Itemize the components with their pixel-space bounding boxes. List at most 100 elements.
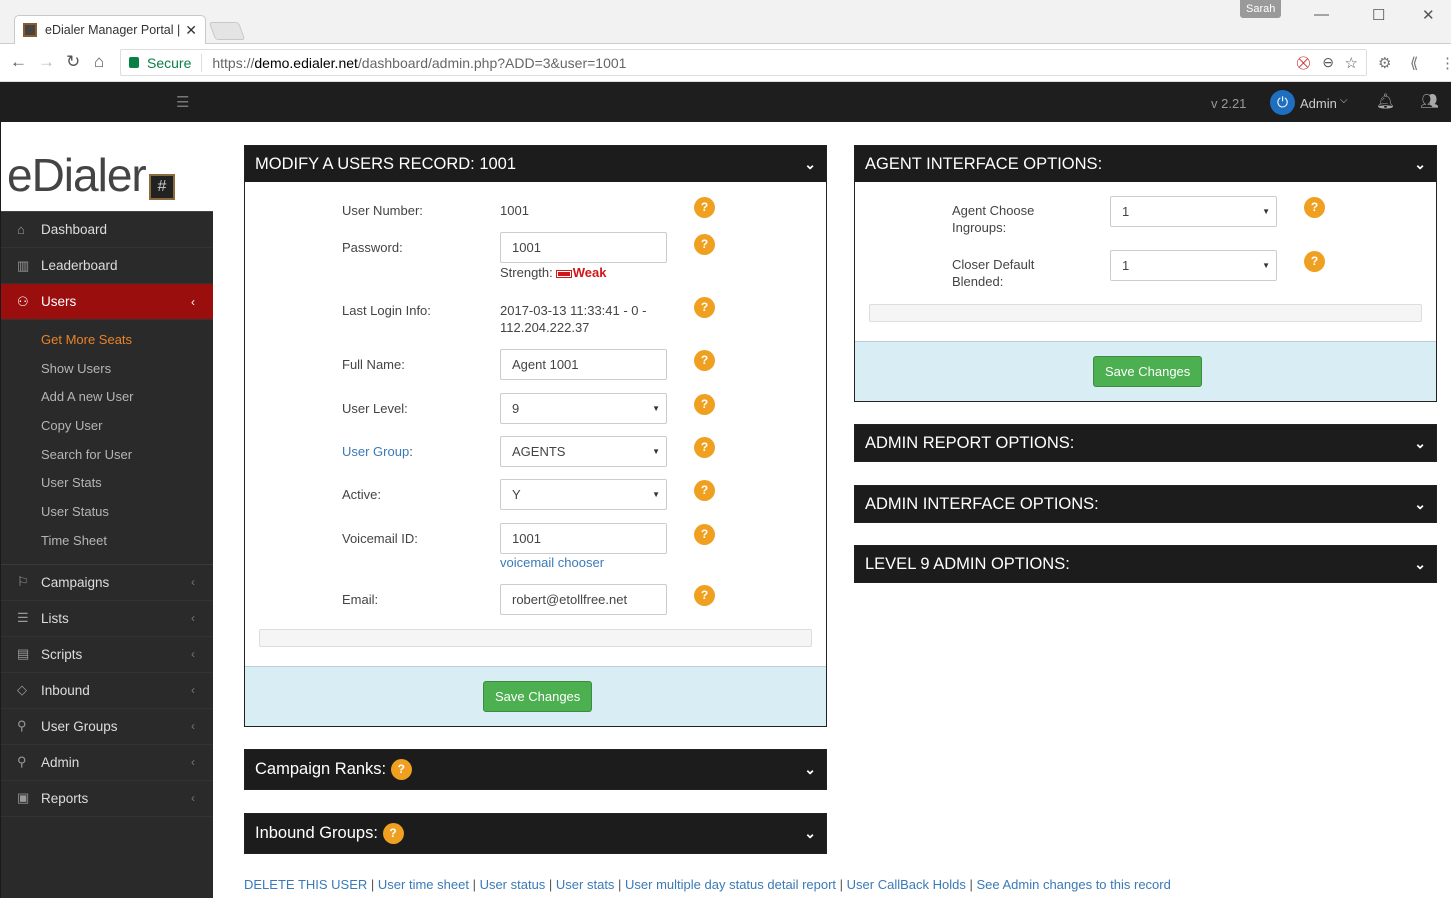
chevron-left-icon: ‹: [191, 719, 195, 733]
main-content: MODIFY A USERS RECORD: 1001 ⌄ User Numbe…: [213, 122, 1451, 898]
agent-choose-ingroups-select[interactable]: 1 ▼: [1110, 196, 1277, 227]
url-protocol: https://: [212, 54, 255, 71]
chevron-down-icon[interactable]: ⌄: [1414, 156, 1426, 173]
hamburger-icon[interactable]: ☰: [176, 93, 189, 111]
flag-icon: ⚐: [17, 574, 29, 589]
chevron-down-icon[interactable]: ⌄: [1414, 556, 1426, 573]
submenu-add-user[interactable]: Add A new User: [1, 383, 213, 412]
chevron-down-icon[interactable]: ⌄: [1414, 496, 1426, 513]
maximize-icon[interactable]: ☐: [1372, 6, 1385, 24]
chevron-down-icon[interactable]: ⌵: [1340, 95, 1348, 106]
submenu-get-more-seats[interactable]: Get More Seats: [1, 326, 213, 355]
modify-user-header[interactable]: MODIFY A USERS RECORD: 1001 ⌄: [245, 146, 826, 182]
sidebar-item-inbound[interactable]: ◇ Inbound ‹: [1, 673, 213, 709]
zoom-icon[interactable]: ⊖: [1322, 54, 1334, 71]
reload-icon[interactable]: ↻: [66, 52, 80, 72]
sidebar-item-label: Inbound: [41, 682, 90, 698]
logo[interactable]: eDialer #: [1, 122, 213, 212]
bar-chart-icon: ▥: [17, 257, 30, 273]
user-group-select[interactable]: AGENTS ▼: [500, 436, 667, 467]
help-icon[interactable]: ?: [1304, 251, 1325, 272]
help-icon[interactable]: ?: [694, 437, 715, 458]
forward-icon[interactable]: →: [38, 52, 55, 72]
horizontal-scrollbar[interactable]: [869, 304, 1422, 322]
closer-blended-select[interactable]: 1 ▼: [1110, 250, 1277, 281]
sidebar-item-admin[interactable]: ⚲ Admin ‹: [1, 745, 213, 781]
browser-tab[interactable]: eDialer Manager Portal | ✕: [14, 15, 206, 44]
email-input[interactable]: robert@etollfree.net: [500, 584, 667, 615]
user-group-link[interactable]: User Group: [342, 444, 409, 459]
user-level-select[interactable]: 9 ▼: [500, 393, 667, 424]
admin-report-header[interactable]: ADMIN REPORT OPTIONS: ⌄: [855, 425, 1436, 461]
password-input[interactable]: 1001: [500, 232, 667, 263]
help-icon[interactable]: ?: [694, 394, 715, 415]
active-select[interactable]: Y ▼: [500, 479, 667, 510]
delete-user-link[interactable]: DELETE THIS USER: [244, 877, 367, 892]
close-window-icon[interactable]: ✕: [1422, 6, 1435, 24]
users-group-icon[interactable]: 👥︎: [1420, 92, 1439, 110]
sidebar-item-campaigns[interactable]: ⚐ Campaigns ‹: [1, 565, 213, 601]
minimize-icon[interactable]: —: [1314, 6, 1329, 23]
submenu-time-sheet[interactable]: Time Sheet: [1, 527, 213, 556]
sidebar-item-scripts[interactable]: ▤ Scripts ‹: [1, 637, 213, 673]
inbound-groups-header[interactable]: Inbound Groups: ? ⌄: [245, 814, 826, 853]
help-icon[interactable]: ?: [390, 759, 412, 780]
new-tab-button[interactable]: [208, 22, 246, 40]
save-changes-button[interactable]: Save Changes: [1093, 356, 1203, 387]
back-icon[interactable]: ←: [10, 52, 27, 72]
voicemail-chooser-link[interactable]: voicemail chooser: [500, 555, 604, 570]
user-time-sheet-link[interactable]: User time sheet: [378, 877, 469, 892]
submenu-copy-user[interactable]: Copy User: [1, 412, 213, 441]
level9-admin-header[interactable]: LEVEL 9 ADMIN OPTIONS: ⌄: [855, 546, 1436, 582]
power-icon[interactable]: ⏻: [1270, 90, 1295, 115]
help-icon[interactable]: ?: [694, 480, 715, 501]
sidebar-item-leaderboard[interactable]: ▥ Leaderboard: [1, 248, 213, 284]
help-icon[interactable]: ?: [694, 350, 715, 371]
profile-chip[interactable]: Sarah: [1240, 0, 1282, 18]
sidebar-item-user-groups[interactable]: ⚲ User Groups ‹: [1, 709, 213, 745]
user-stats-link[interactable]: User stats: [556, 877, 615, 892]
horizontal-scrollbar[interactable]: [259, 629, 812, 647]
help-icon[interactable]: ?: [694, 524, 715, 545]
help-icon[interactable]: ?: [382, 823, 404, 844]
menu-icon[interactable]: ⋮: [1440, 54, 1451, 72]
admin-user-menu[interactable]: Admin: [1300, 96, 1337, 111]
chevron-down-icon[interactable]: ⌄: [804, 825, 816, 842]
sidebar-item-dashboard[interactable]: ⌂ Dashboard: [1, 212, 213, 248]
sidebar-item-reports[interactable]: ▣ Reports ‹: [1, 781, 213, 817]
help-icon[interactable]: ?: [694, 585, 715, 606]
help-icon[interactable]: ?: [1304, 197, 1325, 218]
panel-title: MODIFY A USERS RECORD: 1001: [255, 154, 517, 173]
user-callback-holds-link[interactable]: User CallBack Holds: [847, 877, 966, 892]
bell-icon[interactable]: 🔔︎: [1376, 92, 1395, 110]
user-status-link[interactable]: User status: [480, 877, 546, 892]
submenu-user-status[interactable]: User Status: [1, 498, 213, 527]
chevron-down-icon[interactable]: ⌄: [1414, 435, 1426, 452]
admin-changes-link[interactable]: See Admin changes to this record: [976, 877, 1170, 892]
submenu-user-stats[interactable]: User Stats: [1, 469, 213, 498]
close-tab-icon[interactable]: ✕: [185, 22, 197, 39]
chevron-down-icon[interactable]: ⌄: [804, 761, 816, 778]
user-multiday-report-link[interactable]: User multiple day status detail report: [625, 877, 836, 892]
extension-k-icon[interactable]: ⟪: [1410, 54, 1418, 72]
url-input[interactable]: Secure https://demo.edialer.net/dashboar…: [120, 49, 1367, 76]
help-icon[interactable]: ?: [694, 234, 715, 255]
extension-icon[interactable]: ⚙: [1378, 54, 1391, 72]
sidebar-item-users[interactable]: ⚇ Users ‹: [1, 284, 213, 320]
save-changes-button[interactable]: Save Changes: [483, 681, 593, 712]
logo-mark: #: [149, 174, 175, 200]
admin-interface-header[interactable]: ADMIN INTERFACE OPTIONS: ⌄: [855, 486, 1436, 522]
submenu-show-users[interactable]: Show Users: [1, 355, 213, 384]
home-icon[interactable]: ⌂: [94, 52, 104, 72]
voicemail-input[interactable]: 1001: [500, 523, 667, 554]
agent-interface-header[interactable]: AGENT INTERFACE OPTIONS: ⌄: [855, 146, 1436, 182]
campaign-ranks-header[interactable]: Campaign Ranks: ? ⌄: [245, 750, 826, 789]
full-name-input[interactable]: Agent 1001: [500, 349, 667, 380]
blocked-icon[interactable]: ⛒: [1297, 55, 1310, 71]
submenu-search-user[interactable]: Search for User: [1, 441, 213, 470]
sidebar-item-lists[interactable]: ☰ Lists ‹: [1, 601, 213, 637]
help-icon[interactable]: ?: [694, 297, 715, 318]
help-icon[interactable]: ?: [694, 197, 715, 218]
chevron-down-icon[interactable]: ⌄: [804, 156, 816, 173]
bookmark-star-icon[interactable]: ☆: [1345, 54, 1358, 72]
